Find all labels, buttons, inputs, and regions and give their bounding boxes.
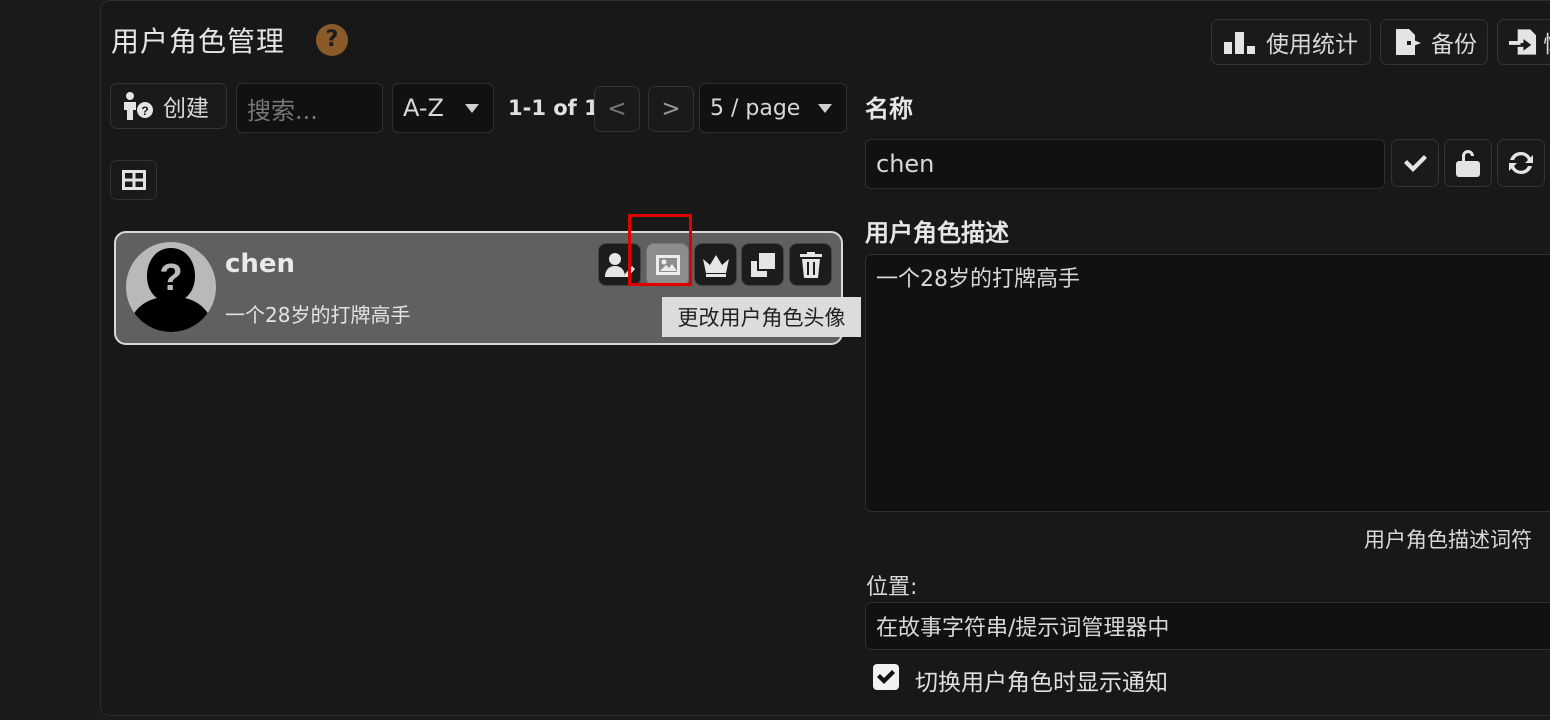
description-textarea[interactable]: 一个28岁的打牌高手	[865, 254, 1550, 512]
chevron-down-icon	[818, 103, 832, 113]
persona-name: chen	[225, 249, 296, 279]
position-select[interactable]: 在故事字符串/提示词管理器中	[865, 602, 1550, 650]
set-default-button[interactable]	[694, 243, 737, 286]
highlight-box	[628, 214, 692, 286]
notify-checkbox[interactable]	[873, 664, 899, 690]
page-size-value: 5 / page	[710, 95, 801, 121]
page-title: 用户角色管理	[111, 25, 286, 58]
next-page-label: >	[661, 96, 681, 122]
grid-icon	[121, 170, 146, 190]
trash-icon	[799, 251, 822, 278]
change-avatar-tooltip: 更改用户角色头像	[662, 297, 861, 337]
create-persona-button[interactable]: ? 创建	[110, 83, 227, 129]
name-value: chen	[876, 150, 935, 178]
copy-icon	[750, 252, 775, 277]
bar-chart-icon	[1224, 32, 1255, 54]
description-value: 一个28岁的打牌高手	[876, 267, 1080, 292]
sort-value: A-Z	[403, 94, 444, 122]
grid-view-toggle[interactable]	[110, 160, 157, 200]
description-label: 用户角色描述	[865, 219, 1009, 247]
token-count-hint: 用户角色描述词符	[1364, 528, 1532, 552]
sort-select[interactable]: A-Z	[392, 83, 494, 133]
position-value: 在故事字符串/提示词管理器中	[876, 616, 1170, 641]
pagination-text: 1-1 of 1	[508, 96, 599, 120]
duplicate-button[interactable]	[741, 243, 784, 286]
search-placeholder: 搜索...	[247, 96, 318, 125]
next-page-button[interactable]: >	[648, 86, 694, 132]
file-import-icon	[1508, 29, 1537, 55]
refresh-icon	[1509, 151, 1533, 175]
lock-button[interactable]	[1444, 139, 1492, 187]
create-label: 创建	[163, 96, 209, 122]
persona-description: 一个28岁的打牌高手	[225, 303, 411, 327]
svg-text:?: ?	[159, 257, 182, 299]
user-question-icon: ?	[124, 92, 153, 120]
name-input[interactable]: chen	[865, 139, 1385, 189]
chevron-down-icon	[465, 103, 479, 113]
prev-page-button[interactable]: <	[594, 86, 640, 132]
usage-stats-label: 使用统计	[1266, 32, 1358, 58]
backup-button[interactable]: 备份	[1380, 19, 1488, 65]
confirm-name-button[interactable]	[1391, 139, 1439, 187]
backup-label: 备份	[1431, 32, 1477, 58]
avatar-silhouette-icon: ?	[127, 248, 215, 332]
svg-text:?: ?	[141, 104, 148, 118]
position-label: 位置:	[866, 575, 918, 600]
name-label: 名称	[865, 95, 913, 123]
sync-button[interactable]	[1497, 139, 1545, 187]
help-icon[interactable]: ?	[316, 24, 348, 56]
restore-label: 恢	[1543, 25, 1550, 59]
page-size-select[interactable]: 5 / page	[699, 83, 847, 133]
restore-button[interactable]: 恢	[1497, 19, 1550, 65]
persona-avatar[interactable]: ?	[126, 242, 216, 332]
delete-button[interactable]	[789, 243, 832, 286]
file-export-icon	[1396, 29, 1421, 55]
checkmark-icon	[877, 670, 895, 684]
usage-stats-button[interactable]: 使用统计	[1211, 19, 1371, 65]
search-input[interactable]: 搜索...	[236, 83, 383, 133]
crown-icon	[702, 254, 729, 277]
prev-page-label: <	[607, 96, 627, 122]
notify-label: 切换用户角色时显示通知	[915, 670, 1168, 696]
unlock-icon	[1456, 150, 1480, 177]
check-icon	[1404, 155, 1427, 172]
